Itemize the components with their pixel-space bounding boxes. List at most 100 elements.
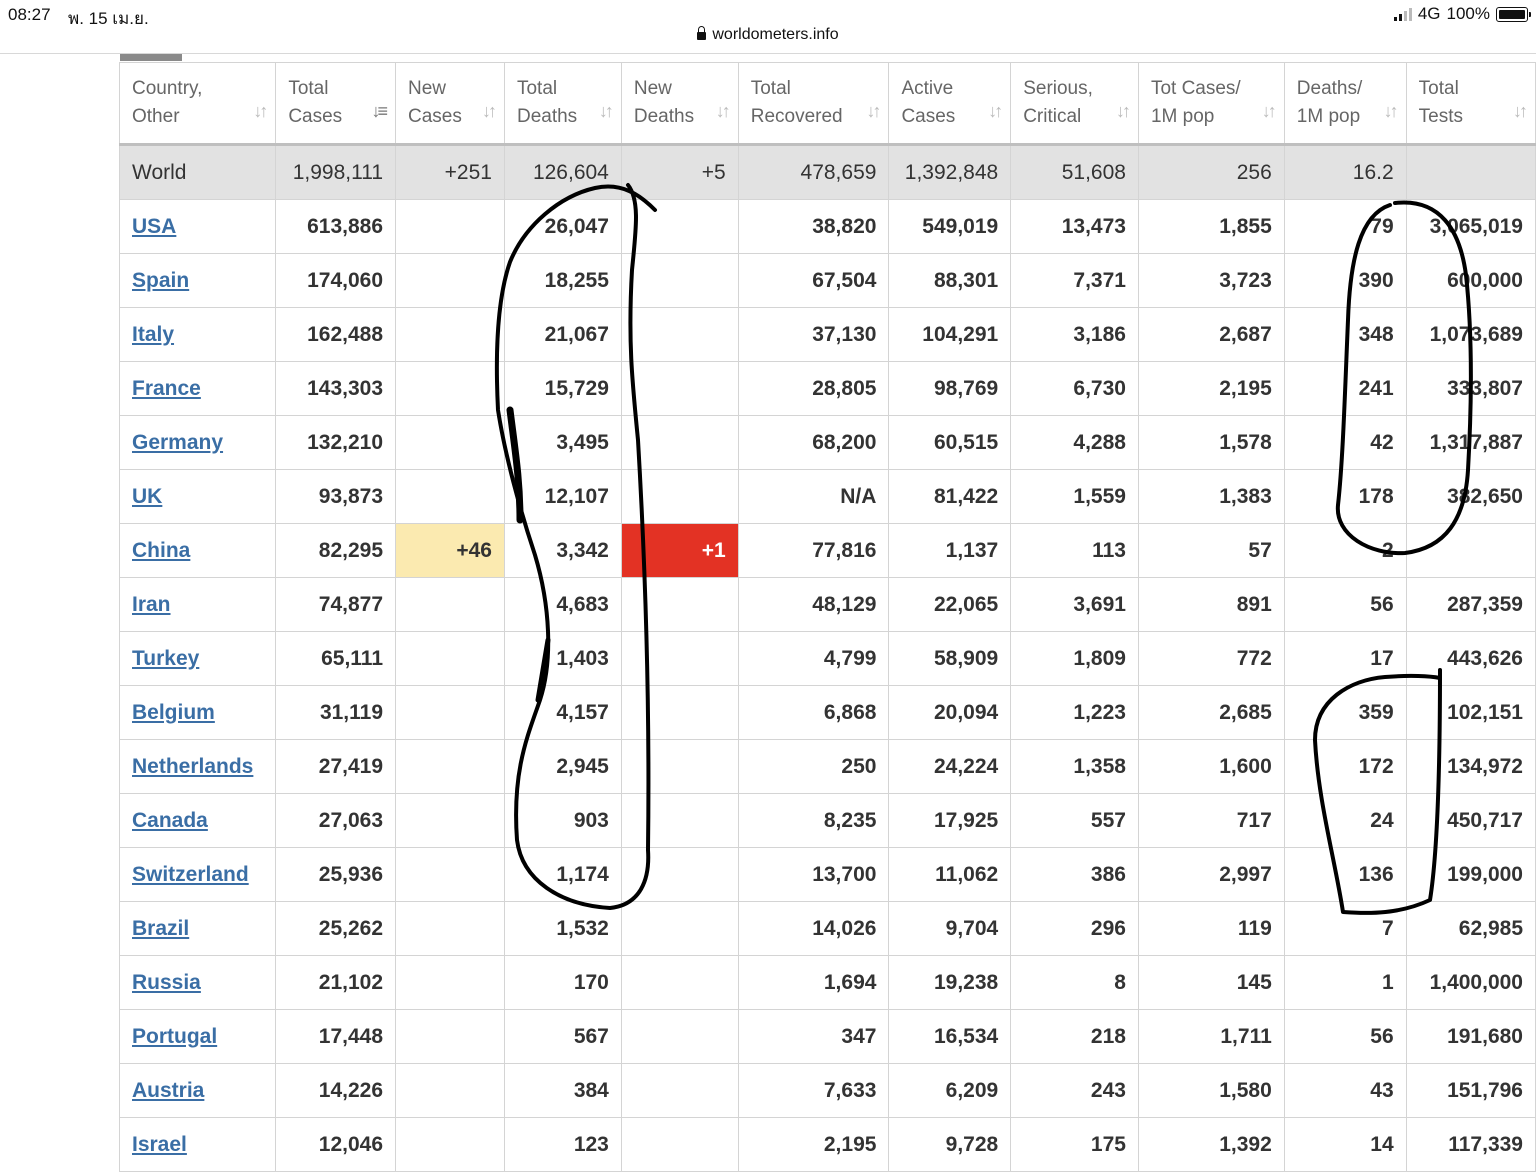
url-text[interactable]: worldometers.info	[712, 26, 838, 44]
column-header[interactable]: Tot Cases/1M pop ↓↑	[1137, 62, 1285, 145]
table-cell: 60,515	[888, 415, 1012, 470]
table-cell	[620, 415, 739, 470]
address-bar[interactable]: worldometers.info	[0, 26, 1536, 52]
table-cell: 22,065	[888, 577, 1012, 632]
table-cell: 9,728	[888, 1117, 1012, 1172]
country-link[interactable]: Germany	[132, 431, 223, 454]
sort-icon[interactable]: ↓↑	[1384, 97, 1399, 125]
table-cell	[395, 685, 505, 740]
table-row: Turkey 65,111 1,403 4,799 58,909 1,809 772 17 44…	[118, 631, 1536, 686]
column-header[interactable]: Total Deaths ↓↑	[503, 62, 622, 145]
country-link[interactable]: USA	[132, 215, 176, 238]
table-cell: 16.2	[1283, 144, 1407, 200]
table-cell	[620, 901, 739, 956]
column-header-line: Deaths/	[1296, 78, 1363, 99]
table-cell: 478,659	[737, 144, 890, 200]
table-cell: 178	[1283, 469, 1407, 524]
network-label: 4G	[1417, 4, 1441, 23]
country-link[interactable]: Netherlands	[132, 755, 253, 778]
table-cell: +5	[620, 144, 739, 200]
country-link[interactable]: Israel	[132, 1133, 187, 1156]
table-cell	[395, 955, 505, 1010]
sort-icon[interactable]: ↓↑	[253, 97, 268, 125]
country-link[interactable]: China	[132, 539, 190, 562]
table-cell: 28,805	[737, 361, 890, 416]
country-link[interactable]: Canada	[132, 809, 208, 832]
column-header[interactable]: Total Recovered ↓↑	[737, 62, 890, 145]
table-cell: 24	[1283, 793, 1407, 848]
column-header[interactable]: Country, Other ↓↑	[118, 62, 277, 145]
table-cell: 3,065,019	[1405, 199, 1536, 254]
table-cell: 14,226	[275, 1063, 397, 1118]
table-cell: 37,130	[737, 307, 890, 362]
sort-icon[interactable]: ↓≡	[372, 97, 388, 125]
column-header-line: Cases	[408, 106, 462, 127]
table-cell: 56	[1283, 577, 1407, 632]
column-header-line: 1M pop	[1296, 106, 1361, 127]
country-link[interactable]: Turkey	[132, 647, 199, 670]
country-link[interactable]: Iran	[132, 593, 171, 616]
table-cell: 1,317,887	[1405, 415, 1536, 470]
scroll-indicator	[120, 54, 182, 61]
table-cell: 717	[1137, 793, 1285, 848]
table-cell: 243	[1010, 1063, 1139, 1118]
sort-icon[interactable]: ↓↑	[866, 97, 881, 125]
sort-icon[interactable]: ↓↑	[482, 97, 497, 125]
column-header[interactable]: Serious, Critical ↓↑	[1010, 62, 1139, 145]
table-row: USA 613,886 26,047 38,820 549,019 13,473 1,855…	[118, 199, 1536, 254]
table-cell: 25,262	[275, 901, 397, 956]
sort-icon[interactable]: ↓↑	[1262, 97, 1277, 125]
column-header[interactable]: Total Cases ↓≡	[275, 62, 397, 145]
sort-icon[interactable]: ↓↑	[1116, 97, 1131, 125]
table-cell: 3,691	[1010, 577, 1139, 632]
table-cell: Spain	[118, 253, 277, 308]
table-cell: 2,945	[503, 739, 622, 794]
country-link[interactable]: Switzerland	[132, 863, 249, 886]
table-cell: 2	[1283, 523, 1407, 578]
table-cell: 1,559	[1010, 469, 1139, 524]
table-row: Russia 21,102 170 1,694 19,238 8 145 1 1,400,000	[118, 955, 1536, 1010]
table-cell: 17,925	[888, 793, 1012, 848]
table-cell: 93,873	[275, 469, 397, 524]
country-link[interactable]: Belgium	[132, 701, 215, 724]
column-header[interactable]: New Deaths ↓↑	[620, 62, 739, 145]
column-header-line: Country,	[132, 78, 203, 99]
table-cell: 151,796	[1405, 1063, 1536, 1118]
sort-icon[interactable]: ↓↑	[1513, 97, 1528, 125]
table-cell: 557	[1010, 793, 1139, 848]
country-link[interactable]: Russia	[132, 971, 201, 994]
country-link[interactable]: Austria	[132, 1079, 204, 1102]
column-header[interactable]: Total Tests ↓↑	[1405, 62, 1536, 145]
country-link[interactable]: Portugal	[132, 1025, 217, 1048]
country-link[interactable]: Italy	[132, 323, 174, 346]
country-link[interactable]: France	[132, 377, 201, 400]
sort-icon[interactable]: ↓↑	[716, 97, 731, 125]
table-cell: 3,186	[1010, 307, 1139, 362]
table-cell: 772	[1137, 631, 1285, 686]
table-cell: 3,495	[503, 415, 622, 470]
table-cell: Belgium	[118, 685, 277, 740]
table-cell: N/A	[737, 469, 890, 524]
table-cell: 13,473	[1010, 199, 1139, 254]
toolbar-divider	[0, 53, 1536, 54]
column-header[interactable]: Active Cases ↓↑	[888, 62, 1012, 145]
sort-icon[interactable]: ↓↑	[599, 97, 614, 125]
table-cell	[395, 577, 505, 632]
table-cell: 199,000	[1405, 847, 1536, 902]
table-cell	[620, 685, 739, 740]
table-cell: 8	[1010, 955, 1139, 1010]
table-cell: 42	[1283, 415, 1407, 470]
table-cell: USA	[118, 199, 277, 254]
table-cell: 443,626	[1405, 631, 1536, 686]
column-header[interactable]: New Cases ↓↑	[395, 62, 505, 145]
table-cell: 88,301	[888, 253, 1012, 308]
country-link[interactable]: Spain	[132, 269, 189, 292]
column-header[interactable]: Deaths/1M pop ↓↑	[1283, 62, 1407, 145]
country-link[interactable]: UK	[132, 485, 162, 508]
sort-icon[interactable]: ↓↑	[988, 97, 1003, 125]
table-cell: 8,235	[737, 793, 890, 848]
country-link[interactable]: Brazil	[132, 917, 189, 940]
table-cell: 68,200	[737, 415, 890, 470]
table-cell: 16,534	[888, 1009, 1012, 1064]
table-cell	[395, 1117, 505, 1172]
